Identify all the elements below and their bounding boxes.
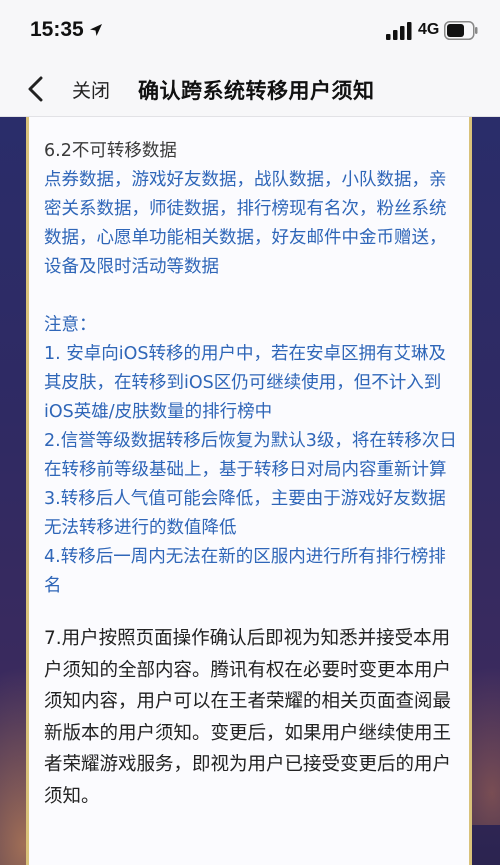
status-bar: 15:35 4G (0, 0, 500, 62)
nav-bar: 关闭 确认跨系统转移用户须知 (0, 62, 500, 117)
page-title: 确认跨系统转移用户须知 (138, 79, 375, 103)
close-button[interactable]: 关闭 (72, 76, 110, 103)
note-item: 4.转移后一周内无法在新的区服内进行所有排行榜排名 (44, 547, 446, 596)
back-chevron-icon[interactable] (26, 76, 46, 102)
network-type: 4G (418, 21, 440, 38)
final-notice-text: 7.用户按照页面操作确认后即视为知悉并接受本用户须知的全部内容。腾讯有权在必要时… (44, 628, 452, 807)
note-item: 3.转移后人气值可能会降低，主要由于游戏好友数据无法转移进行的数值降低 (44, 489, 446, 538)
location-arrow-icon (90, 24, 102, 36)
note-item: 1. 安卓向iOS转移的用户中，若在安卓区拥有艾琳及其皮肤，在转移到iOS区仍可… (44, 344, 447, 422)
notice-content: 6.2不可转移数据 点券数据，游戏好友数据，战队数据，小队数据，亲密关系数据，师… (44, 137, 458, 812)
section-heading: 6.2不可转移数据 (44, 141, 177, 161)
note-title: 注意： (44, 315, 97, 335)
non-transferable-data-text: 点券数据，游戏好友数据，战队数据，小队数据，亲密关系数据，师徒数据，排行榜现有名… (44, 170, 447, 277)
status-time: 15:35 (30, 18, 84, 41)
battery-icon (444, 21, 478, 40)
signal-icon (386, 22, 412, 40)
note-item: 2.信誉等级数据转移后恢复为默认3级，将在转移次日在转移前等级基础上，基于转移日… (44, 431, 457, 480)
